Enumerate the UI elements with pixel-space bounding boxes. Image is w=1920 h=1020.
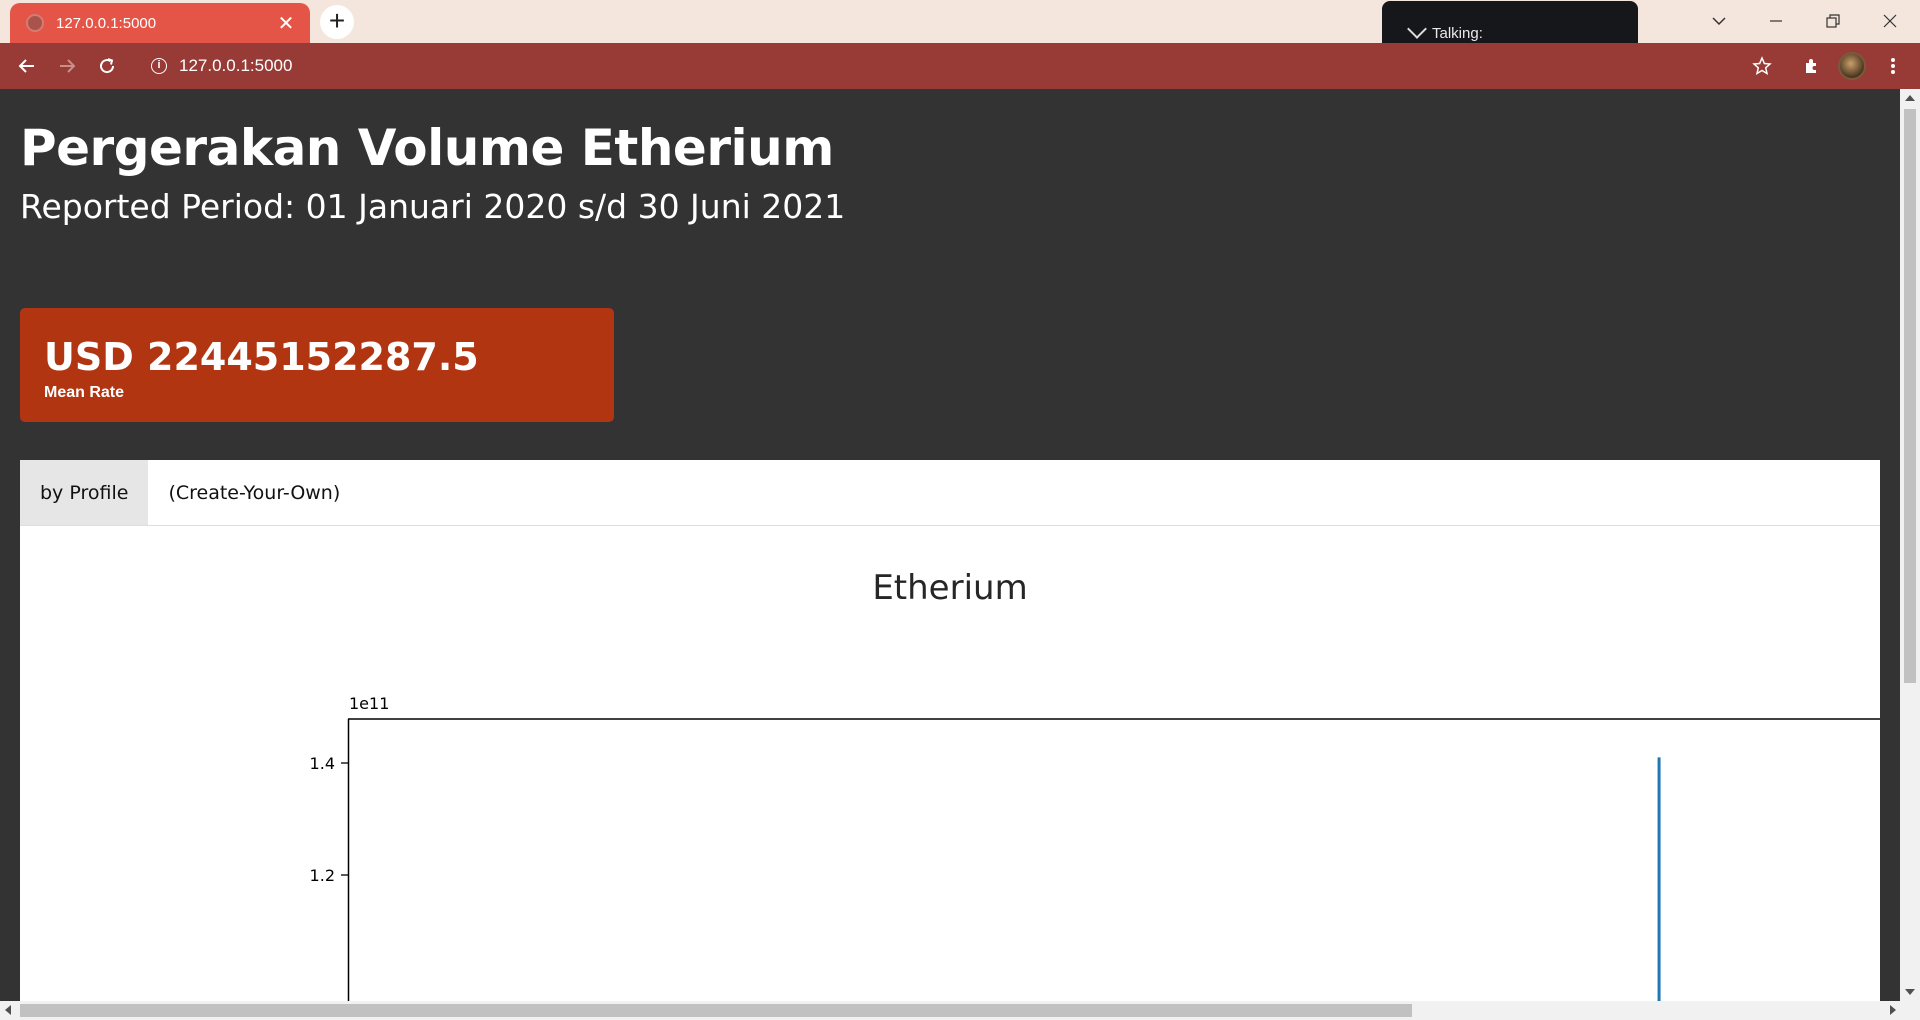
mean-rate-caption: Mean Rate <box>44 384 125 401</box>
address-bar[interactable]: i 127.0.0.1:5000 <box>137 47 1762 85</box>
tab-strip: 127.0.0.1:5000 ✕ + Talking: <box>0 0 1920 65</box>
reload-icon[interactable] <box>92 51 122 81</box>
vertical-scroll-thumb[interactable] <box>1904 109 1916 683</box>
info-icon[interactable]: i <box>151 58 167 74</box>
bookmark-star-icon[interactable] <box>1747 51 1777 81</box>
back-icon[interactable] <box>12 51 42 81</box>
y-ticks: 1.4 1.2 <box>310 754 348 885</box>
url-text: 127.0.0.1:5000 <box>179 56 293 75</box>
close-tab-icon[interactable]: ✕ <box>274 13 298 33</box>
horizontal-scroll-thumb[interactable] <box>20 1004 1412 1017</box>
new-tab-button[interactable]: + <box>320 5 354 39</box>
vertical-scrollbar[interactable] <box>1900 89 1920 1001</box>
scroll-left-icon[interactable] <box>5 1005 11 1015</box>
browser-tab[interactable]: 127.0.0.1:5000 ✕ <box>10 3 310 43</box>
mean-rate-card: USD 22445152287.5 Mean Rate <box>20 308 614 422</box>
minimize-icon[interactable] <box>1753 6 1799 36</box>
tab-by-profile[interactable]: by Profile <box>20 460 149 525</box>
talking-label: Talking: <box>1432 24 1483 42</box>
tab-title: 127.0.0.1:5000 <box>56 14 157 32</box>
forward-icon[interactable] <box>52 51 82 81</box>
chevron-down-icon <box>1407 19 1427 39</box>
horizontal-scrollbar[interactable] <box>0 1001 1920 1020</box>
tab-search-icon[interactable] <box>1696 6 1742 36</box>
extensions-icon[interactable] <box>1797 51 1827 81</box>
y-tick-label: 1.2 <box>310 866 335 885</box>
chart-panel: by Profile (Create-Your-Own) Etherium 1e… <box>20 460 1880 1001</box>
tab-create-your-own[interactable]: (Create-Your-Own) <box>148 460 360 525</box>
page-viewport: Pergerakan Volume Etherium Reported Peri… <box>0 89 1900 1001</box>
scroll-up-icon[interactable] <box>1905 95 1915 101</box>
scroll-right-icon[interactable] <box>1890 1005 1896 1015</box>
mean-rate-value: USD 22445152287.5 <box>44 335 479 379</box>
chart-plot: 1e11 1.4 1.2 <box>310 694 1880 1001</box>
page-subtitle: Reported Period: 01 Januari 2020 s/d 30 … <box>20 187 846 226</box>
globe-icon <box>26 14 44 32</box>
y-offset-label: 1e11 <box>349 694 389 713</box>
chart-tabs: by Profile (Create-Your-Own) <box>20 460 1880 526</box>
restore-icon[interactable] <box>1810 6 1856 36</box>
page-title: Pergerakan Volume Etherium <box>20 119 834 177</box>
close-window-icon[interactable] <box>1867 6 1913 36</box>
profile-avatar[interactable] <box>1838 52 1866 80</box>
y-tick-label: 1.4 <box>310 754 335 773</box>
browser-toolbar: i 127.0.0.1:5000 <box>0 43 1920 89</box>
menu-icon[interactable] <box>1878 51 1908 81</box>
scroll-down-icon[interactable] <box>1905 989 1915 995</box>
